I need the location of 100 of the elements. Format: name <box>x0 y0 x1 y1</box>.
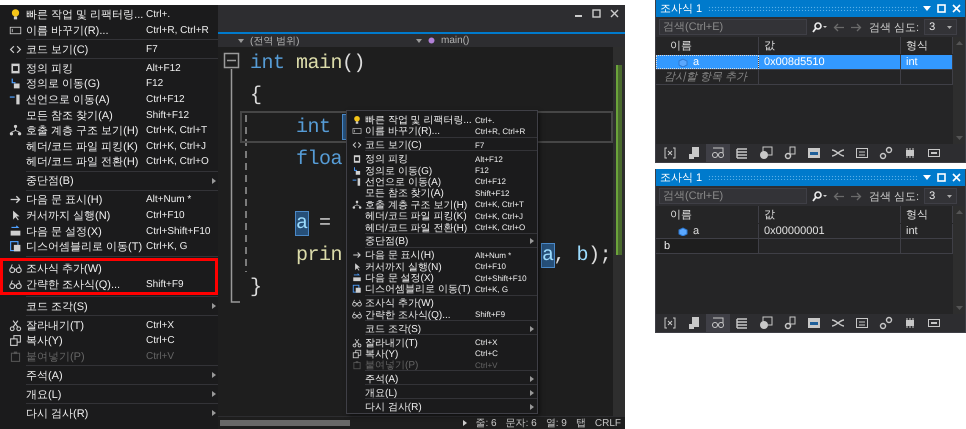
search-field[interactable]: 검색(Ctrl+E) <box>659 188 807 204</box>
menu-item[interactable]: 다음 문 설정(X) Ctrl+Shift+F10 <box>347 271 537 282</box>
menu-item[interactable]: 개요(L) <box>0 386 218 402</box>
scope-dropdown[interactable]: (전역 범위) <box>250 34 300 48</box>
submenu-arrow-icon <box>530 238 534 244</box>
search-field[interactable]: 검색(Ctrl+E) <box>659 19 807 35</box>
close-icon[interactable] <box>610 9 619 18</box>
document-icon <box>8 62 22 75</box>
tool-tab[interactable] <box>706 314 730 332</box>
menu-item[interactable]: 중단점(B) <box>0 173 218 189</box>
shortcut-text: Alt+F12 <box>146 62 182 74</box>
menu-item[interactable]: 조사식 추가(W) <box>347 296 537 308</box>
selected-code-text: a <box>296 212 308 234</box>
menu-item[interactable]: 복사(Y) Ctrl+C <box>0 333 218 349</box>
menu-item[interactable]: 커서까지 실행(N) Ctrl+F10 <box>347 260 537 272</box>
submenu-arrow-icon <box>530 326 534 332</box>
menu-item[interactable]: 개요(L) <box>347 386 537 398</box>
dropdown-icon[interactable] <box>923 6 931 11</box>
menu-item[interactable]: 다음 문 설정(X) Ctrl+Shift+F10 <box>0 223 218 239</box>
menu-item[interactable]: 이름 바꾸기(R)... Ctrl+R, Ctrl+R <box>0 22 218 38</box>
menu-item[interactable]: 다음 문 표시(H) Alt+Num * <box>347 248 537 260</box>
menu-item[interactable]: 다시 검사(R) <box>0 406 218 422</box>
menu-item[interactable]: 빠른 작업 및 리팩터링... Ctrl+. <box>0 7 218 23</box>
caret-icon[interactable] <box>238 38 244 42</box>
menu-item[interactable]: 코드 조각(S) <box>0 298 218 314</box>
submenu-arrow-icon <box>212 303 216 310</box>
menu-item[interactable]: 잘라내기(T) Ctrl+X <box>347 336 537 347</box>
column-header[interactable]: 형식 <box>906 38 928 53</box>
menu-item[interactable]: 헤더/코드 파일 피킹(K) Ctrl+K, Ctrl+J <box>347 209 537 221</box>
menu-item[interactable]: 선언으로 이동(A) Ctrl+F12 <box>0 92 218 108</box>
shortcut-text: Shift+F9 <box>475 310 506 320</box>
forward-arrow-icon[interactable] <box>850 192 862 200</box>
menu-item[interactable]: 디스어셈블리로 이동(T) Ctrl+K, G <box>347 282 537 294</box>
lightbulb-icon <box>352 115 362 125</box>
watch-name-input[interactable]: b <box>660 239 758 253</box>
shortcut-text: Shift+F12 <box>475 188 510 198</box>
menu-item[interactable]: 간략한 조사식(Q)... Shift+F9 <box>347 308 537 320</box>
menu-item[interactable]: 중단점(B) <box>347 234 537 246</box>
status-text: 줄: 6 <box>476 417 497 429</box>
vertical-scrollbar[interactable] <box>613 47 626 416</box>
menu-item[interactable]: 다음 문 표시(H) Alt+Num * <box>0 192 218 208</box>
dropdown-icon[interactable] <box>923 175 931 180</box>
memory-icon <box>927 146 941 160</box>
menu-item[interactable]: 정의로 이동(G) F12 <box>0 76 218 92</box>
menu-item[interactable]: 간략한 조사식(Q)... Shift+F9 <box>0 276 218 292</box>
arrow-icon[interactable] <box>462 420 466 426</box>
back-arrow-icon[interactable] <box>833 192 845 200</box>
column-header[interactable]: 값 <box>764 207 775 222</box>
search-icon[interactable] <box>812 22 828 32</box>
variable-icon <box>678 58 688 66</box>
menu-item[interactable]: 코드 조각(S) <box>347 322 537 334</box>
menu-item[interactable]: 다시 검사(R) <box>347 400 537 412</box>
code-text: ); <box>588 244 612 266</box>
shortcut-text: Ctrl+F12 <box>475 177 507 186</box>
depth-select[interactable]: 3 <box>924 188 958 204</box>
shortcut-text: Ctrl+C <box>146 335 176 346</box>
gear-icon <box>783 316 797 330</box>
menu-item[interactable]: 커서까지 실행(N) Ctrl+F10 <box>0 208 218 224</box>
menu-item[interactable]: 모든 참조 찾기(A) Shift+F12 <box>0 107 218 123</box>
caret-icon[interactable] <box>416 38 422 42</box>
menu-item[interactable]: 정의 피킹 Alt+F12 <box>347 152 537 164</box>
menu-item[interactable]: 코드 보기(C) F7 <box>347 138 537 150</box>
collapse-icon[interactable] <box>224 52 240 68</box>
menu-item[interactable]: 호출 계층 구조 보기(H) Ctrl+K, Ctrl+T <box>347 198 537 210</box>
menu-item[interactable]: 디스어셈블리로 이동(T) Ctrl+K, G <box>0 238 218 254</box>
menu-item[interactable]: 헤더/코드 파일 전환(H) Ctrl+K, Ctrl+O <box>347 220 537 232</box>
code-text: main <box>296 52 342 74</box>
scissors-icon <box>8 318 22 332</box>
menu-item[interactable]: 코드 보기(C) F7 <box>0 42 218 58</box>
maximize-icon[interactable] <box>592 9 601 18</box>
menu-item[interactable]: 주석(A) <box>347 372 537 384</box>
horizontal-scrollbar[interactable] <box>220 420 350 426</box>
menu-item[interactable]: 잘라내기(T) Ctrl+X <box>0 317 218 334</box>
menu-item[interactable]: 정의 피킹 Alt+F12 <box>0 60 218 76</box>
menu-item[interactable]: 헤더/코드 파일 전환(H) Ctrl+K, Ctrl+O <box>0 154 218 170</box>
shortcut-text: Ctrl+K, G <box>475 284 510 294</box>
menu-item[interactable]: 조사식 추가(W) <box>0 260 218 276</box>
depth-select[interactable]: 3 <box>924 19 958 35</box>
column-header[interactable]: 형식 <box>906 207 928 222</box>
menu-item[interactable]: 호출 계층 구조 보기(H) Ctrl+K, Ctrl+T <box>0 122 218 139</box>
menu-item[interactable]: 모든 참조 찾기(A) Shift+F12 <box>347 186 537 198</box>
column-header[interactable]: 이름 <box>670 38 692 53</box>
menu-item[interactable]: 정의로 이동(G) F12 <box>347 164 537 175</box>
column-header[interactable]: 값 <box>764 38 775 53</box>
tool-tab[interactable] <box>706 144 730 162</box>
menu-item[interactable]: 주석(A) <box>0 368 218 384</box>
shortcut-text: Alt+Num * <box>146 194 192 206</box>
add-watch-field[interactable]: 감시할 항목 추가 <box>660 70 758 84</box>
forward-arrow-icon[interactable] <box>850 22 862 32</box>
shortcut-text: Ctrl+K, Ctrl+J <box>146 140 208 152</box>
shortcut-text: Alt+F12 <box>475 154 504 164</box>
search-icon[interactable] <box>812 190 828 202</box>
back-arrow-icon[interactable] <box>833 22 845 32</box>
menu-item[interactable]: 빠른 작업 및 리팩터링... Ctrl+. <box>347 113 537 124</box>
menu-item[interactable]: 헤더/코드 파일 피킹(K) Ctrl+K, Ctrl+J <box>0 138 218 154</box>
member-dropdown[interactable]: main() <box>441 35 470 46</box>
menu-item[interactable]: 선언으로 이동(A) Ctrl+F12 <box>347 174 537 186</box>
menu-item[interactable]: 이름 바꾸기(R)... Ctrl+R, Ctrl+R <box>347 124 537 136</box>
column-header[interactable]: 이름 <box>670 207 692 222</box>
shortcut-text: Ctrl+K, Ctrl+O <box>475 223 526 232</box>
